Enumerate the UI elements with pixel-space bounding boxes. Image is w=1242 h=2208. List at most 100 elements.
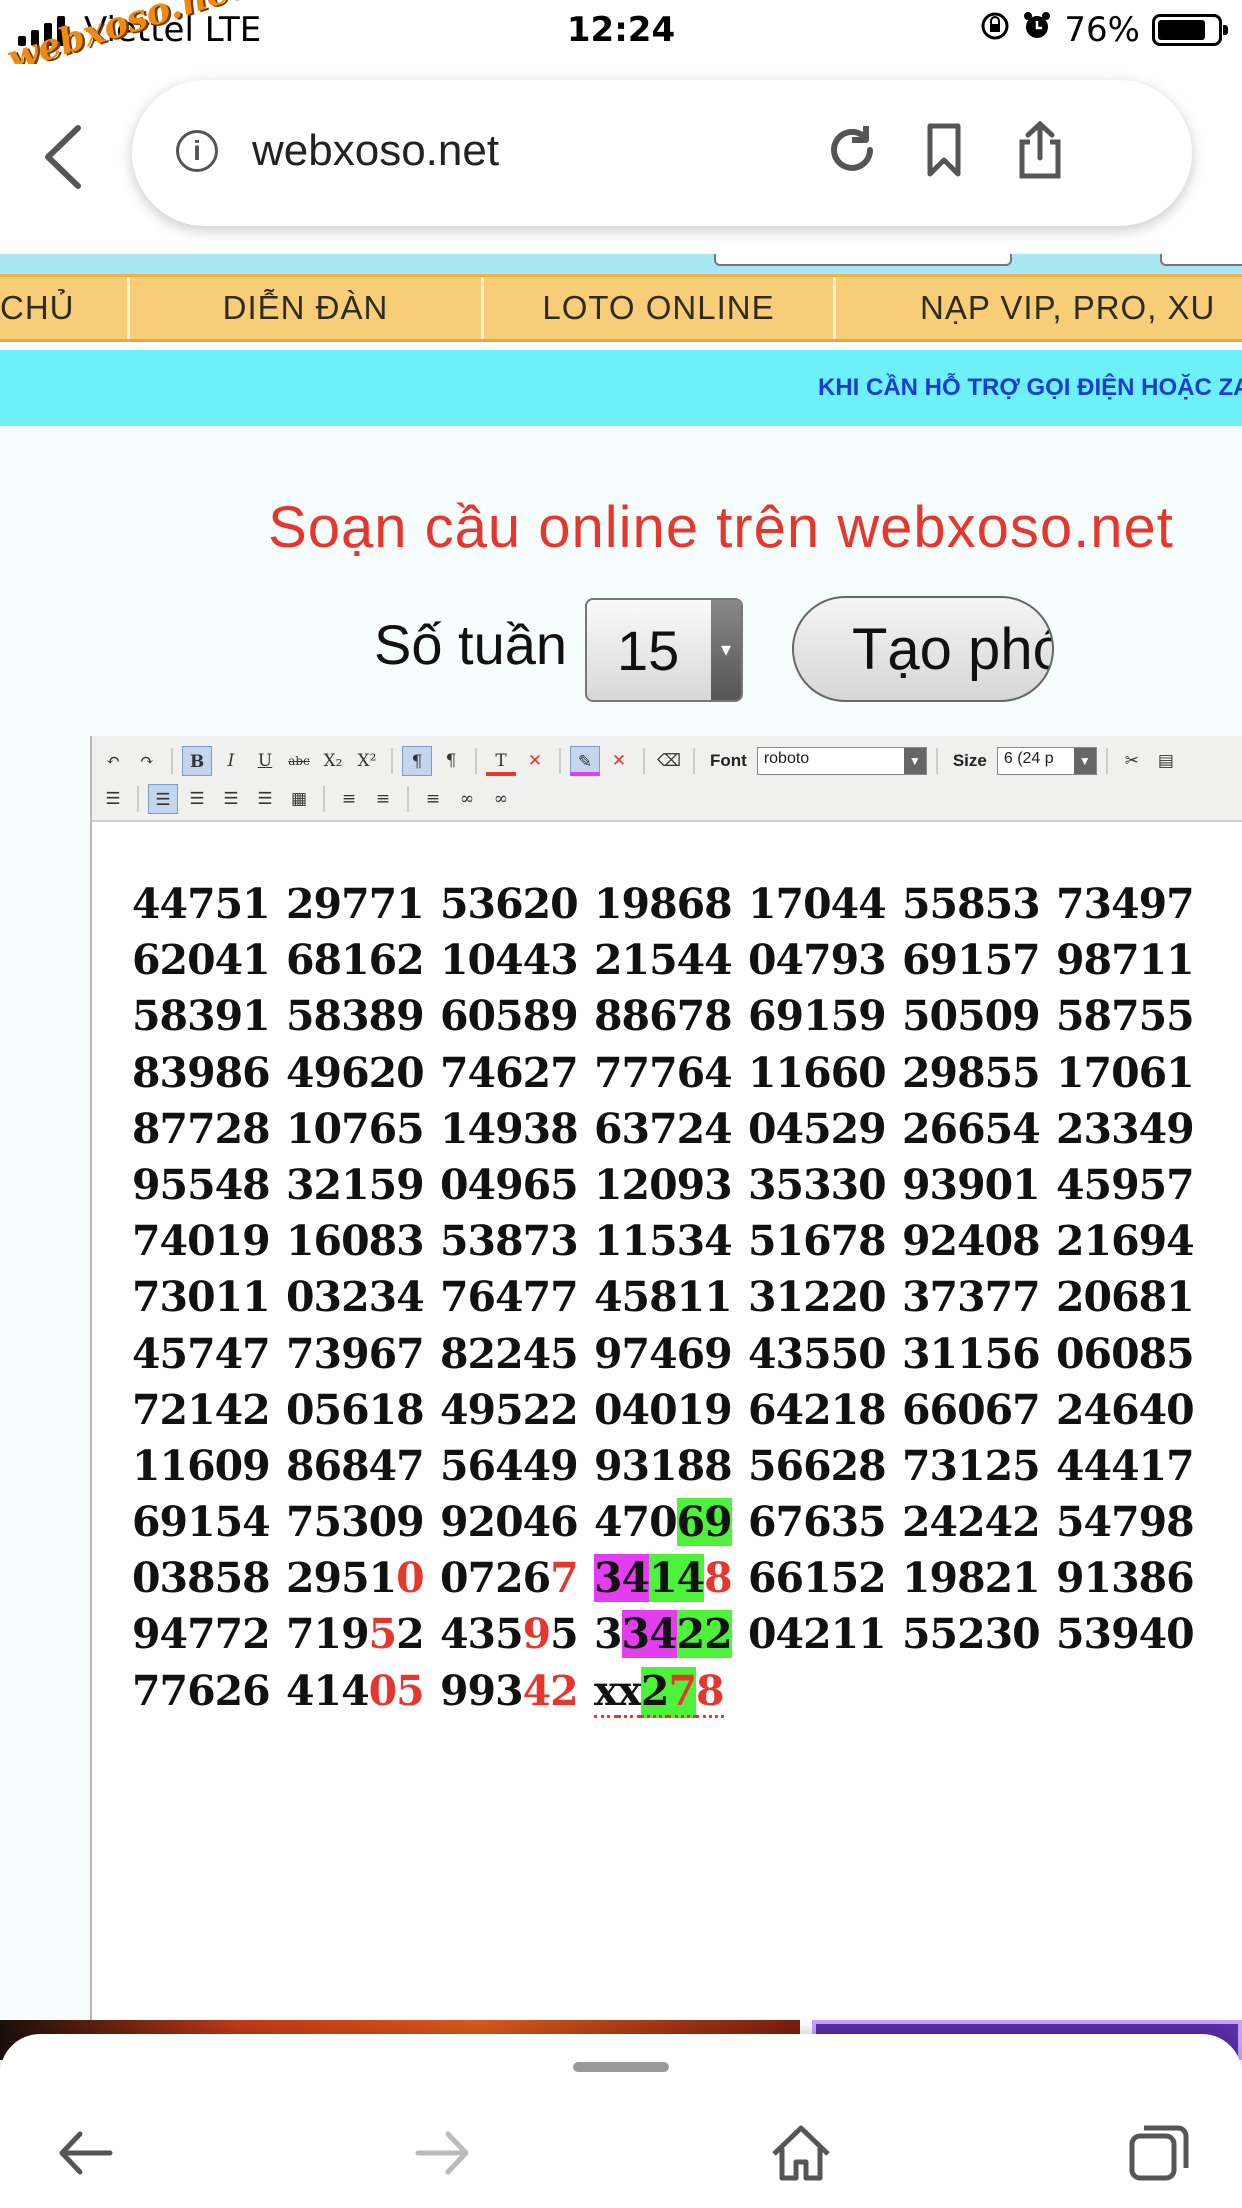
number-cell: 34148	[594, 1554, 733, 1603]
number-cell: 82245	[440, 1329, 579, 1378]
remove-format-icon[interactable]: ✕	[520, 746, 550, 776]
number-cell: 43595	[440, 1610, 579, 1659]
number-cell: 83986	[132, 1048, 271, 1097]
number-cell: 51678	[748, 1217, 887, 1266]
toolbar-row-2: ☰ ☰ ☰ ☰ ☰ ▦ ≡ ≡ ≡ ∞ ∞	[98, 782, 516, 816]
number-cell: 35330	[748, 1160, 887, 1209]
support-marquee: KHI CẦN HỖ TRỢ GỌI ĐIỆN HOẶC ZA	[0, 350, 1242, 426]
number-cell: 88678	[594, 992, 733, 1041]
undo-icon[interactable]: ↶	[98, 746, 128, 776]
number-cell: 04529	[748, 1104, 887, 1153]
marquee-text: KHI CẦN HỖ TRỢ GỌI ĐIỆN HOẶC ZA	[818, 374, 1242, 401]
number-cell: 77626	[132, 1666, 271, 1715]
highlight-color-icon[interactable]: ✎	[570, 746, 600, 776]
number-cell: 04965	[440, 1160, 579, 1209]
unlink-icon[interactable]: ∞	[486, 784, 516, 814]
rich-text-editor[interactable]: ↶ ↷ B I U abc X₂ X² ¶ ¶ T ✕ ✎ ✕ ⌫ Font r…	[90, 736, 1242, 2026]
ltr-icon[interactable]: ¶	[402, 746, 432, 776]
eraser-icon[interactable]: ⌫	[654, 746, 684, 776]
number-cell: 53940	[1056, 1610, 1195, 1659]
number-cell: xx278	[594, 1663, 748, 1719]
number-cell: 23349	[1056, 1104, 1195, 1153]
back-arrow-icon[interactable]	[50, 2118, 120, 2188]
ordered-list-icon[interactable]: ≡	[334, 784, 364, 814]
number-cell: 17061	[1056, 1048, 1195, 1097]
number-cell: 76477	[440, 1273, 579, 1322]
number-cell: 10765	[286, 1104, 425, 1153]
number-cell: 68162	[286, 936, 425, 985]
drag-handle[interactable]	[573, 2062, 669, 2072]
horizontal-rule-icon[interactable]: ≡	[418, 784, 448, 814]
share-icon[interactable]	[1010, 120, 1070, 180]
number-cell: 74627	[440, 1048, 579, 1097]
number-cell: 72142	[132, 1385, 271, 1434]
size-select[interactable]: 6 (24 p ▼	[996, 747, 1097, 775]
number-cell: 91386	[1056, 1554, 1195, 1603]
justify-icon[interactable]: ☰	[250, 784, 280, 814]
number-cell: 07267	[440, 1554, 579, 1603]
number-cell: 98711	[1056, 936, 1195, 985]
nav-item-home[interactable]: CHỦ	[0, 277, 130, 339]
rotation-lock-icon	[980, 10, 1010, 50]
number-cell: 86847	[286, 1441, 425, 1490]
number-cell: 92408	[902, 1217, 1041, 1266]
number-cell: 56628	[748, 1441, 887, 1490]
bullet-list-icon[interactable]: ≡	[368, 784, 398, 814]
number-cell: 93188	[594, 1441, 733, 1490]
number-cell: 53873	[440, 1217, 579, 1266]
font-select[interactable]: roboto ▼	[756, 747, 927, 775]
forward-arrow-icon[interactable]	[408, 2118, 478, 2188]
number-cell: 16083	[286, 1217, 425, 1266]
number-cell: 49522	[440, 1385, 579, 1434]
info-icon[interactable]: i	[176, 130, 218, 172]
number-cell: 69154	[132, 1498, 271, 1547]
outdent-icon[interactable]: ☰	[98, 784, 128, 814]
main-content: Soạn cầu online trên webxoso.net Số tuần…	[0, 426, 1242, 2026]
redo-icon[interactable]: ↷	[132, 746, 162, 776]
font-label: Font	[710, 751, 747, 770]
page-title: Soạn cầu online trên webxoso.net	[268, 495, 1174, 560]
subscript-icon[interactable]: X₂	[318, 746, 348, 776]
number-cell: 03234	[286, 1273, 425, 1322]
text-color-icon[interactable]: T	[486, 746, 516, 776]
align-left-icon[interactable]: ☰	[148, 784, 178, 814]
home-icon[interactable]	[766, 2118, 836, 2188]
nav-item-loto-online[interactable]: LOTO ONLINE	[484, 277, 836, 339]
number-cell: 29771	[286, 880, 425, 928]
address-bar[interactable]: i webxoso.net	[132, 80, 1192, 226]
number-row: 58391 58389 60589 88678 69159 50509 58755	[132, 988, 1210, 1044]
format-block-icon[interactable]: ▦	[284, 784, 314, 814]
nav-item-forum[interactable]: DIỄN ĐÀN	[130, 277, 484, 339]
link-icon[interactable]: ∞	[452, 784, 482, 814]
rtl-icon[interactable]: ¶	[436, 746, 466, 776]
weeks-select[interactable]: 15 ▾	[585, 598, 743, 702]
bookmark-icon[interactable]	[914, 120, 974, 180]
create-button[interactable]: Tạo phó	[792, 596, 1054, 702]
paste-icon[interactable]: ▤	[1151, 746, 1181, 776]
bold-icon[interactable]: B	[182, 746, 212, 776]
number-cell: 73125	[902, 1441, 1041, 1490]
number-cell: 73967	[286, 1329, 425, 1378]
url-text[interactable]: webxoso.net	[252, 126, 499, 176]
align-right-icon[interactable]: ☰	[216, 784, 246, 814]
number-cell: 32159	[286, 1160, 425, 1209]
tabs-icon[interactable]	[1124, 2118, 1194, 2188]
number-cell: 64218	[748, 1385, 887, 1434]
nav-item-vip[interactable]: NẠP VIP, PRO, XU	[836, 277, 1242, 339]
clear-highlight-icon[interactable]: ✕	[604, 746, 634, 776]
number-cell: 63724	[594, 1104, 733, 1153]
number-row: 87728 10765 14938 63724 04529 26654 23349	[132, 1101, 1210, 1157]
strikethrough-icon[interactable]: abc	[284, 746, 314, 776]
italic-icon[interactable]: I	[216, 746, 246, 776]
reload-icon[interactable]	[822, 120, 882, 180]
number-cell: 66067	[902, 1385, 1041, 1434]
site-top-strip	[0, 254, 1242, 274]
size-label: Size	[952, 751, 987, 770]
superscript-icon[interactable]: X²	[352, 746, 382, 776]
underline-icon[interactable]: U	[250, 746, 280, 776]
cut-icon[interactable]: ✂	[1117, 746, 1147, 776]
back-icon[interactable]	[40, 122, 86, 192]
align-center-icon[interactable]: ☰	[182, 784, 212, 814]
number-cell: 21544	[594, 936, 733, 985]
number-cell: 11534	[594, 1217, 733, 1266]
